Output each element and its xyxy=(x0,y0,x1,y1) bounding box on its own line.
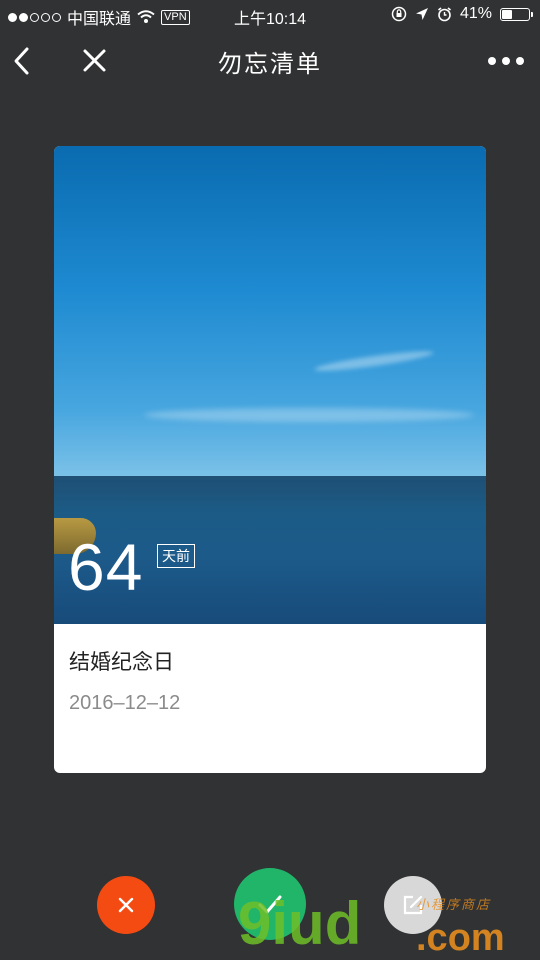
page-title: 勿忘清单 xyxy=(218,51,322,78)
event-date: 2016–12–12 xyxy=(69,692,181,714)
edit-button[interactable] xyxy=(384,876,442,934)
alarm-icon xyxy=(437,6,451,21)
cancel-button[interactable] xyxy=(97,876,155,934)
days-unit-badge: 天前 xyxy=(157,544,195,568)
close-icon xyxy=(118,897,134,913)
days-count: 64 xyxy=(68,530,144,604)
status-right: 41% xyxy=(391,5,533,23)
battery-icon xyxy=(500,7,533,21)
status-bar: 中国联通 VPN 上午10:14 41% xyxy=(0,0,540,30)
event-name: 结婚纪念日 xyxy=(69,651,174,674)
event-card[interactable]: 64 天前 结婚纪念日 2016–12–12 xyxy=(54,146,486,773)
battery-percent: 41% xyxy=(459,5,492,22)
cover-photo: 64 天前 xyxy=(54,146,486,624)
nav-bar: 勿忘清单 xyxy=(0,30,540,92)
done-button[interactable] xyxy=(234,868,306,940)
more-icon xyxy=(488,57,496,65)
edit-icon xyxy=(403,895,423,915)
more-button[interactable] xyxy=(488,54,524,68)
battery-level xyxy=(502,9,512,19)
rotation-lock-icon xyxy=(391,6,407,22)
check-icon xyxy=(258,895,282,914)
location-icon xyxy=(415,8,428,20)
